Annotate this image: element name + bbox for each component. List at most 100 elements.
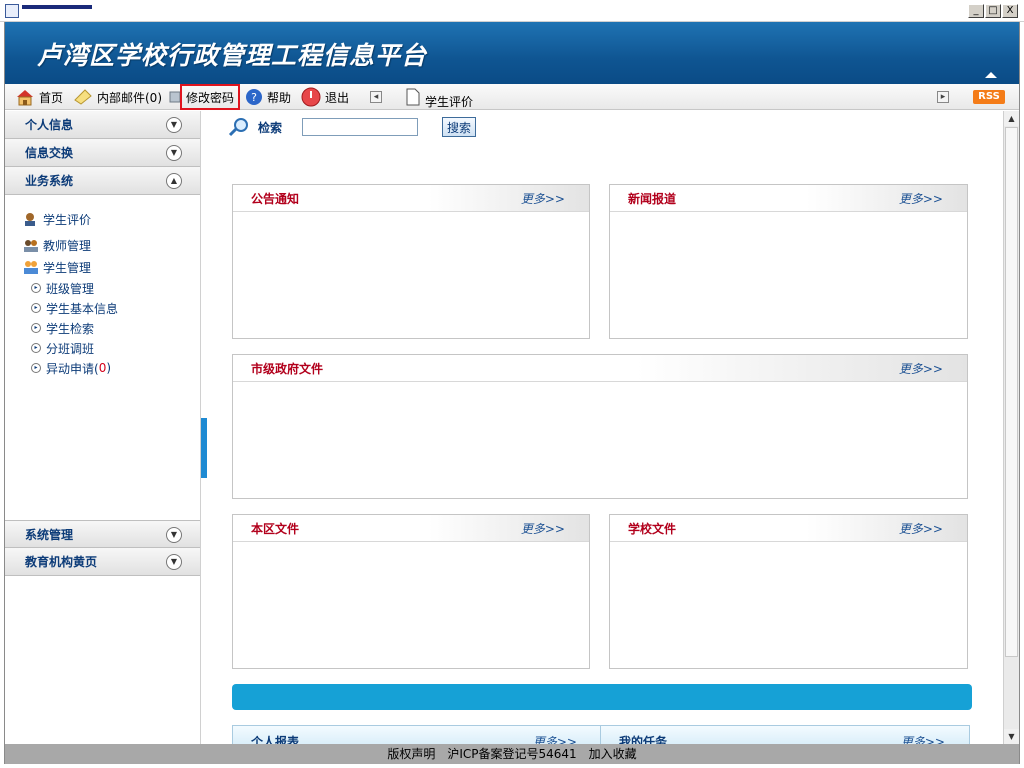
sidebar-item-teacher[interactable]: 教师管理 [23,235,200,255]
sidebar-item-label: 教师管理 [43,238,92,253]
svg-text:?: ? [251,91,257,104]
sidebar-item-student[interactable]: 学生管理 [23,257,200,277]
sidebar-toggle-handle[interactable] [201,418,207,478]
sidebar-section-label: 业务系统 [25,174,74,188]
request-count: 0 [98,361,107,375]
panel-header: 个人报表 更多>> [233,726,601,744]
more-link[interactable]: 更多>> [901,733,945,744]
scroll-thumb[interactable] [1005,127,1018,657]
window-titlebar: _ □ X [0,0,1024,22]
panel-title: 我的任务 [619,735,668,744]
section-divider-bar [232,684,972,710]
scroll-down-icon[interactable]: ▼ [1004,729,1019,744]
scroll-up-icon[interactable]: ▲ [1004,111,1019,126]
expand-icon[interactable]: ▼ [166,117,182,133]
mail-link[interactable]: 内部邮件(0) [73,84,162,110]
arrow-right-icon: ▸ [937,91,949,103]
prev-arrow-button[interactable]: ◂ [370,84,382,110]
sidebar-subitem-basic-info[interactable]: ▸ 学生基本信息 [23,298,200,318]
panel-header: 学校文件 更多>> [610,515,967,542]
panel-header: 市级政府文件 更多>> [233,355,967,382]
sidebar-section-label: 个人信息 [25,118,74,132]
mail-label: 内部邮件(0) [97,90,162,105]
bullet-icon: ▸ [31,343,41,353]
help-icon: ? [246,89,262,105]
window-title [22,5,92,9]
search-bar: 检索 搜索 [228,115,477,139]
change-password-link[interactable]: 修改密码 [179,84,241,110]
panel-title: 市级政府文件 [251,362,324,376]
sidebar-subitem-reassign[interactable]: ▸ 分班调班 [23,338,200,358]
panel-header: 本区文件 更多>> [233,515,589,542]
expand-icon[interactable]: ▼ [166,145,182,161]
sidebar-subitem-class[interactable]: ▸ 班级管理 [23,278,200,298]
student-eval-link[interactable]: 学生评价 [405,84,473,110]
sidebar-section-system[interactable]: 系统管理 ▼ [5,520,200,548]
bullet-icon: ▸ [31,323,41,333]
expand-icon[interactable]: ▼ [166,554,182,570]
more-link[interactable]: 更多>> [899,190,943,207]
home-label: 首页 [39,90,64,105]
business-menu: 学生评价 教师管理 学生管理 ▸ 班级管理 ▸ 学生基本信息 ▸ 学生检索 ▸ … [5,195,200,495]
exit-link[interactable]: 退出 [301,84,349,110]
search-input[interactable] [302,118,419,136]
collapse-icon[interactable]: ▲ [166,173,182,189]
close-button[interactable]: X [1002,4,1018,18]
report-panel: 个人报表 更多>> [232,725,602,744]
panel-title: 个人报表 [251,735,300,744]
sidebar-section-yellow-pages[interactable]: 教育机构黄页 ▼ [5,548,200,576]
panel-header: 新闻报道 更多>> [610,185,967,212]
help-link[interactable]: ? 帮助 [245,84,291,110]
collapse-banner-icon[interactable] [985,72,997,78]
power-icon [301,87,321,107]
expand-icon[interactable]: ▼ [166,527,182,543]
sidebar-subitem-search[interactable]: ▸ 学生检索 [23,318,200,338]
add-favorite-link[interactable]: 加入收藏 [589,747,637,761]
settings-icon [169,91,181,103]
sidebar-bottom-sections: 系统管理 ▼ 教育机构黄页 ▼ [5,520,200,576]
search-icon [228,118,248,137]
sidebar-subitem-label: 学生检索 [46,321,95,336]
sidebar-section-business[interactable]: 业务系统 ▲ [5,167,200,195]
student-eval-label: 学生评价 [425,94,474,109]
sidebar-item-student-eval[interactable]: 学生评价 [23,209,200,229]
tasks-panel: 我的任务 更多>> [600,725,970,744]
minimize-button[interactable]: _ [968,4,984,18]
rss-button[interactable]: RSS [973,90,1005,104]
sidebar-subitem-change-request[interactable]: ▸ 异动申请(0) [23,358,200,378]
home-link[interactable]: 首页 [15,84,63,110]
sidebar-section-label: 系统管理 [25,528,74,542]
arrow-left-icon: ◂ [370,91,382,103]
sidebar-section-label: 信息交换 [25,146,74,160]
more-link[interactable]: 更多>> [533,733,577,744]
more-link[interactable]: 更多>> [521,190,565,207]
panel-title: 学校文件 [628,522,677,536]
copyright-link[interactable]: 版权声明 [387,747,435,761]
more-link[interactable]: 更多>> [899,520,943,537]
maximize-button[interactable]: □ [985,4,1001,18]
user-icon [25,213,35,226]
sidebar-section-label: 教育机构黄页 [25,555,98,569]
next-arrow-button[interactable]: ▸ [937,84,949,110]
more-link[interactable]: 更多>> [521,520,565,537]
search-button[interactable]: 搜索 [442,117,477,137]
search-label: 检索 [258,120,283,135]
top-toolbar: 首页 内部邮件(0) 修改密码 ? 帮助 退出 ◂ 学生评价 ▸ RSS [5,84,1019,110]
sidebar: 个人信息 ▼ 信息交换 ▼ 业务系统 ▲ 学生评价 教师管理 学生管理 ▸ 班级… [5,111,201,744]
sidebar-section-exchange[interactable]: 信息交换 ▼ [5,139,200,167]
sidebar-subitem-label: 学生基本信息 [46,301,119,316]
group-icon [24,261,38,274]
sidebar-item-label: 学生管理 [43,260,92,275]
more-link[interactable]: 更多>> [899,360,943,377]
sidebar-section-personal[interactable]: 个人信息 ▼ [5,111,200,139]
home-icon [17,90,33,106]
sidebar-item-label: 学生评价 [43,212,92,227]
sidebar-subitem-label: 班级管理 [46,281,95,296]
vertical-scrollbar[interactable]: ▲ ▼ [1003,111,1019,744]
panel-title: 公告通知 [251,192,300,206]
page-footer: 版权声明 沪ICP备案登记号54641 加入收藏 [5,744,1019,764]
sidebar-subitem-label: 异动申请( [46,361,99,376]
sidebar-subitem-label: 分班调班 [46,341,95,356]
bullet-icon: ▸ [31,363,41,373]
news-panel: 新闻报道 更多>> [609,184,968,339]
